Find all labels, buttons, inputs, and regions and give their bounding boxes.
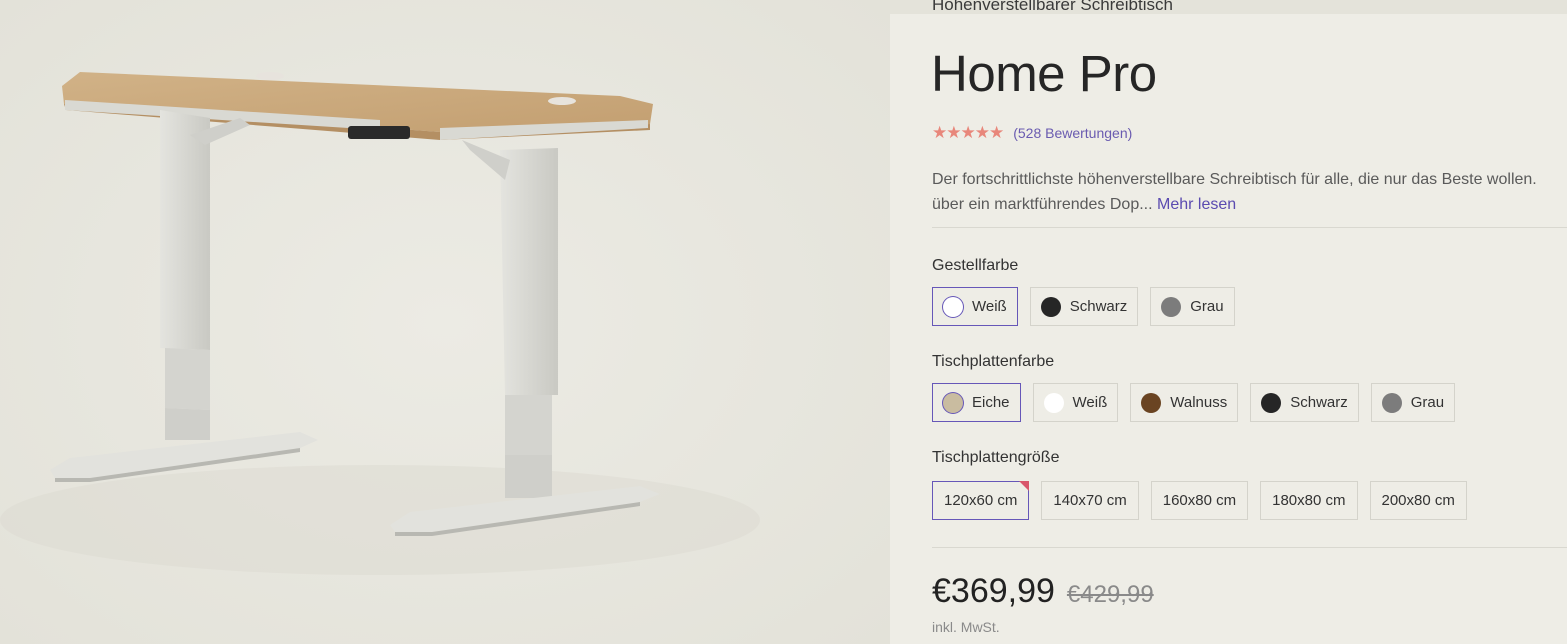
- top-color-option-grau[interactable]: Grau: [1370, 383, 1456, 422]
- current-price: €369,99: [932, 572, 1055, 610]
- option-label: Weiß: [1072, 394, 1108, 411]
- color-swatch-icon: [943, 392, 963, 413]
- option-label: Grau: [1410, 394, 1445, 411]
- top-color-label: Tischplattenfarbe: [932, 353, 1055, 370]
- tax-note: inkl. MwSt.: [932, 619, 1000, 635]
- divider: [932, 227, 1567, 228]
- option-label: 200x80 cm: [1381, 492, 1455, 509]
- sale-corner-marker: [1019, 481, 1030, 491]
- option-label: 160x80 cm: [1162, 492, 1237, 509]
- option-label: Schwarz: [1069, 298, 1128, 315]
- frame-color-option-schwarz[interactable]: Schwarz: [1029, 287, 1139, 326]
- option-label: 180x80 cm: [1272, 492, 1346, 509]
- description-line-1: Der fortschrittlichste höhenverstellbare…: [932, 171, 1537, 188]
- read-more-link[interactable]: Mehr lesen: [1157, 196, 1236, 213]
- frame-color-option-weiss[interactable]: Weiß: [932, 287, 1018, 326]
- original-price: €429,99: [1066, 581, 1154, 608]
- top-color-options: Eiche Weiß Walnuss Schwarz Grau: [932, 383, 1456, 422]
- top-color-option-walnuss[interactable]: Walnuss: [1130, 383, 1239, 422]
- color-swatch-icon: [1261, 392, 1282, 413]
- divider: [932, 547, 1567, 548]
- option-label: Walnuss: [1170, 394, 1228, 411]
- color-swatch-icon: [1161, 296, 1182, 317]
- top-size-options: 120x60 cm 140x70 cm 160x80 cm 180x80 cm …: [932, 481, 1467, 520]
- option-label: Schwarz: [1290, 394, 1348, 411]
- color-swatch-icon: [1381, 392, 1402, 413]
- product-image-gallery[interactable]: [0, 0, 890, 644]
- top-color-option-eiche[interactable]: Eiche: [932, 383, 1021, 422]
- description-line-2: über ein marktführendes Dop...: [932, 196, 1153, 213]
- option-label: 140x70 cm: [1053, 492, 1127, 509]
- option-label: 120x60 cm: [944, 492, 1018, 509]
- top-size-option-120x60[interactable]: 120x60 cm: [932, 481, 1030, 520]
- product-description: Der fortschrittlichste höhenverstellbare…: [932, 167, 1567, 217]
- top-size-label: Tischplattengröße: [932, 449, 1060, 466]
- color-swatch-icon: [1141, 392, 1162, 413]
- top-size-option-200x80[interactable]: 200x80 cm: [1369, 481, 1467, 520]
- top-size-option-140x70[interactable]: 140x70 cm: [1041, 481, 1139, 520]
- top-color-option-schwarz[interactable]: Schwarz: [1250, 383, 1359, 422]
- product-rating[interactable]: ★★★★★ (528 Bewertungen): [932, 123, 1132, 143]
- desk-product-image: [0, 0, 890, 644]
- product-category: Höhenverstellbarer Schreibtisch: [932, 0, 1173, 14]
- frame-color-option-grau[interactable]: Grau: [1150, 287, 1235, 326]
- color-swatch-icon: [1040, 296, 1061, 317]
- color-swatch-icon: [943, 296, 963, 317]
- frame-color-label: Gestellfarbe: [932, 257, 1019, 274]
- top-size-option-160x80[interactable]: 160x80 cm: [1150, 481, 1249, 520]
- star-icon: ★★★★★: [932, 123, 1004, 142]
- top-color-option-weiss[interactable]: Weiß: [1032, 383, 1119, 422]
- option-label: Grau: [1190, 298, 1224, 315]
- top-size-option-180x80[interactable]: 180x80 cm: [1260, 481, 1358, 520]
- option-label: Eiche: [972, 394, 1010, 411]
- page-title: Home Pro: [931, 45, 1157, 102]
- frame-color-options: Weiß Schwarz Grau: [932, 287, 1235, 326]
- product-detail-panel: [890, 14, 1567, 644]
- reviews-link[interactable]: (528 Bewertungen): [1013, 125, 1132, 141]
- option-label: Weiß: [972, 298, 1007, 315]
- price-block: €369,99 €429,99: [932, 572, 1154, 611]
- color-swatch-icon: [1043, 392, 1064, 413]
